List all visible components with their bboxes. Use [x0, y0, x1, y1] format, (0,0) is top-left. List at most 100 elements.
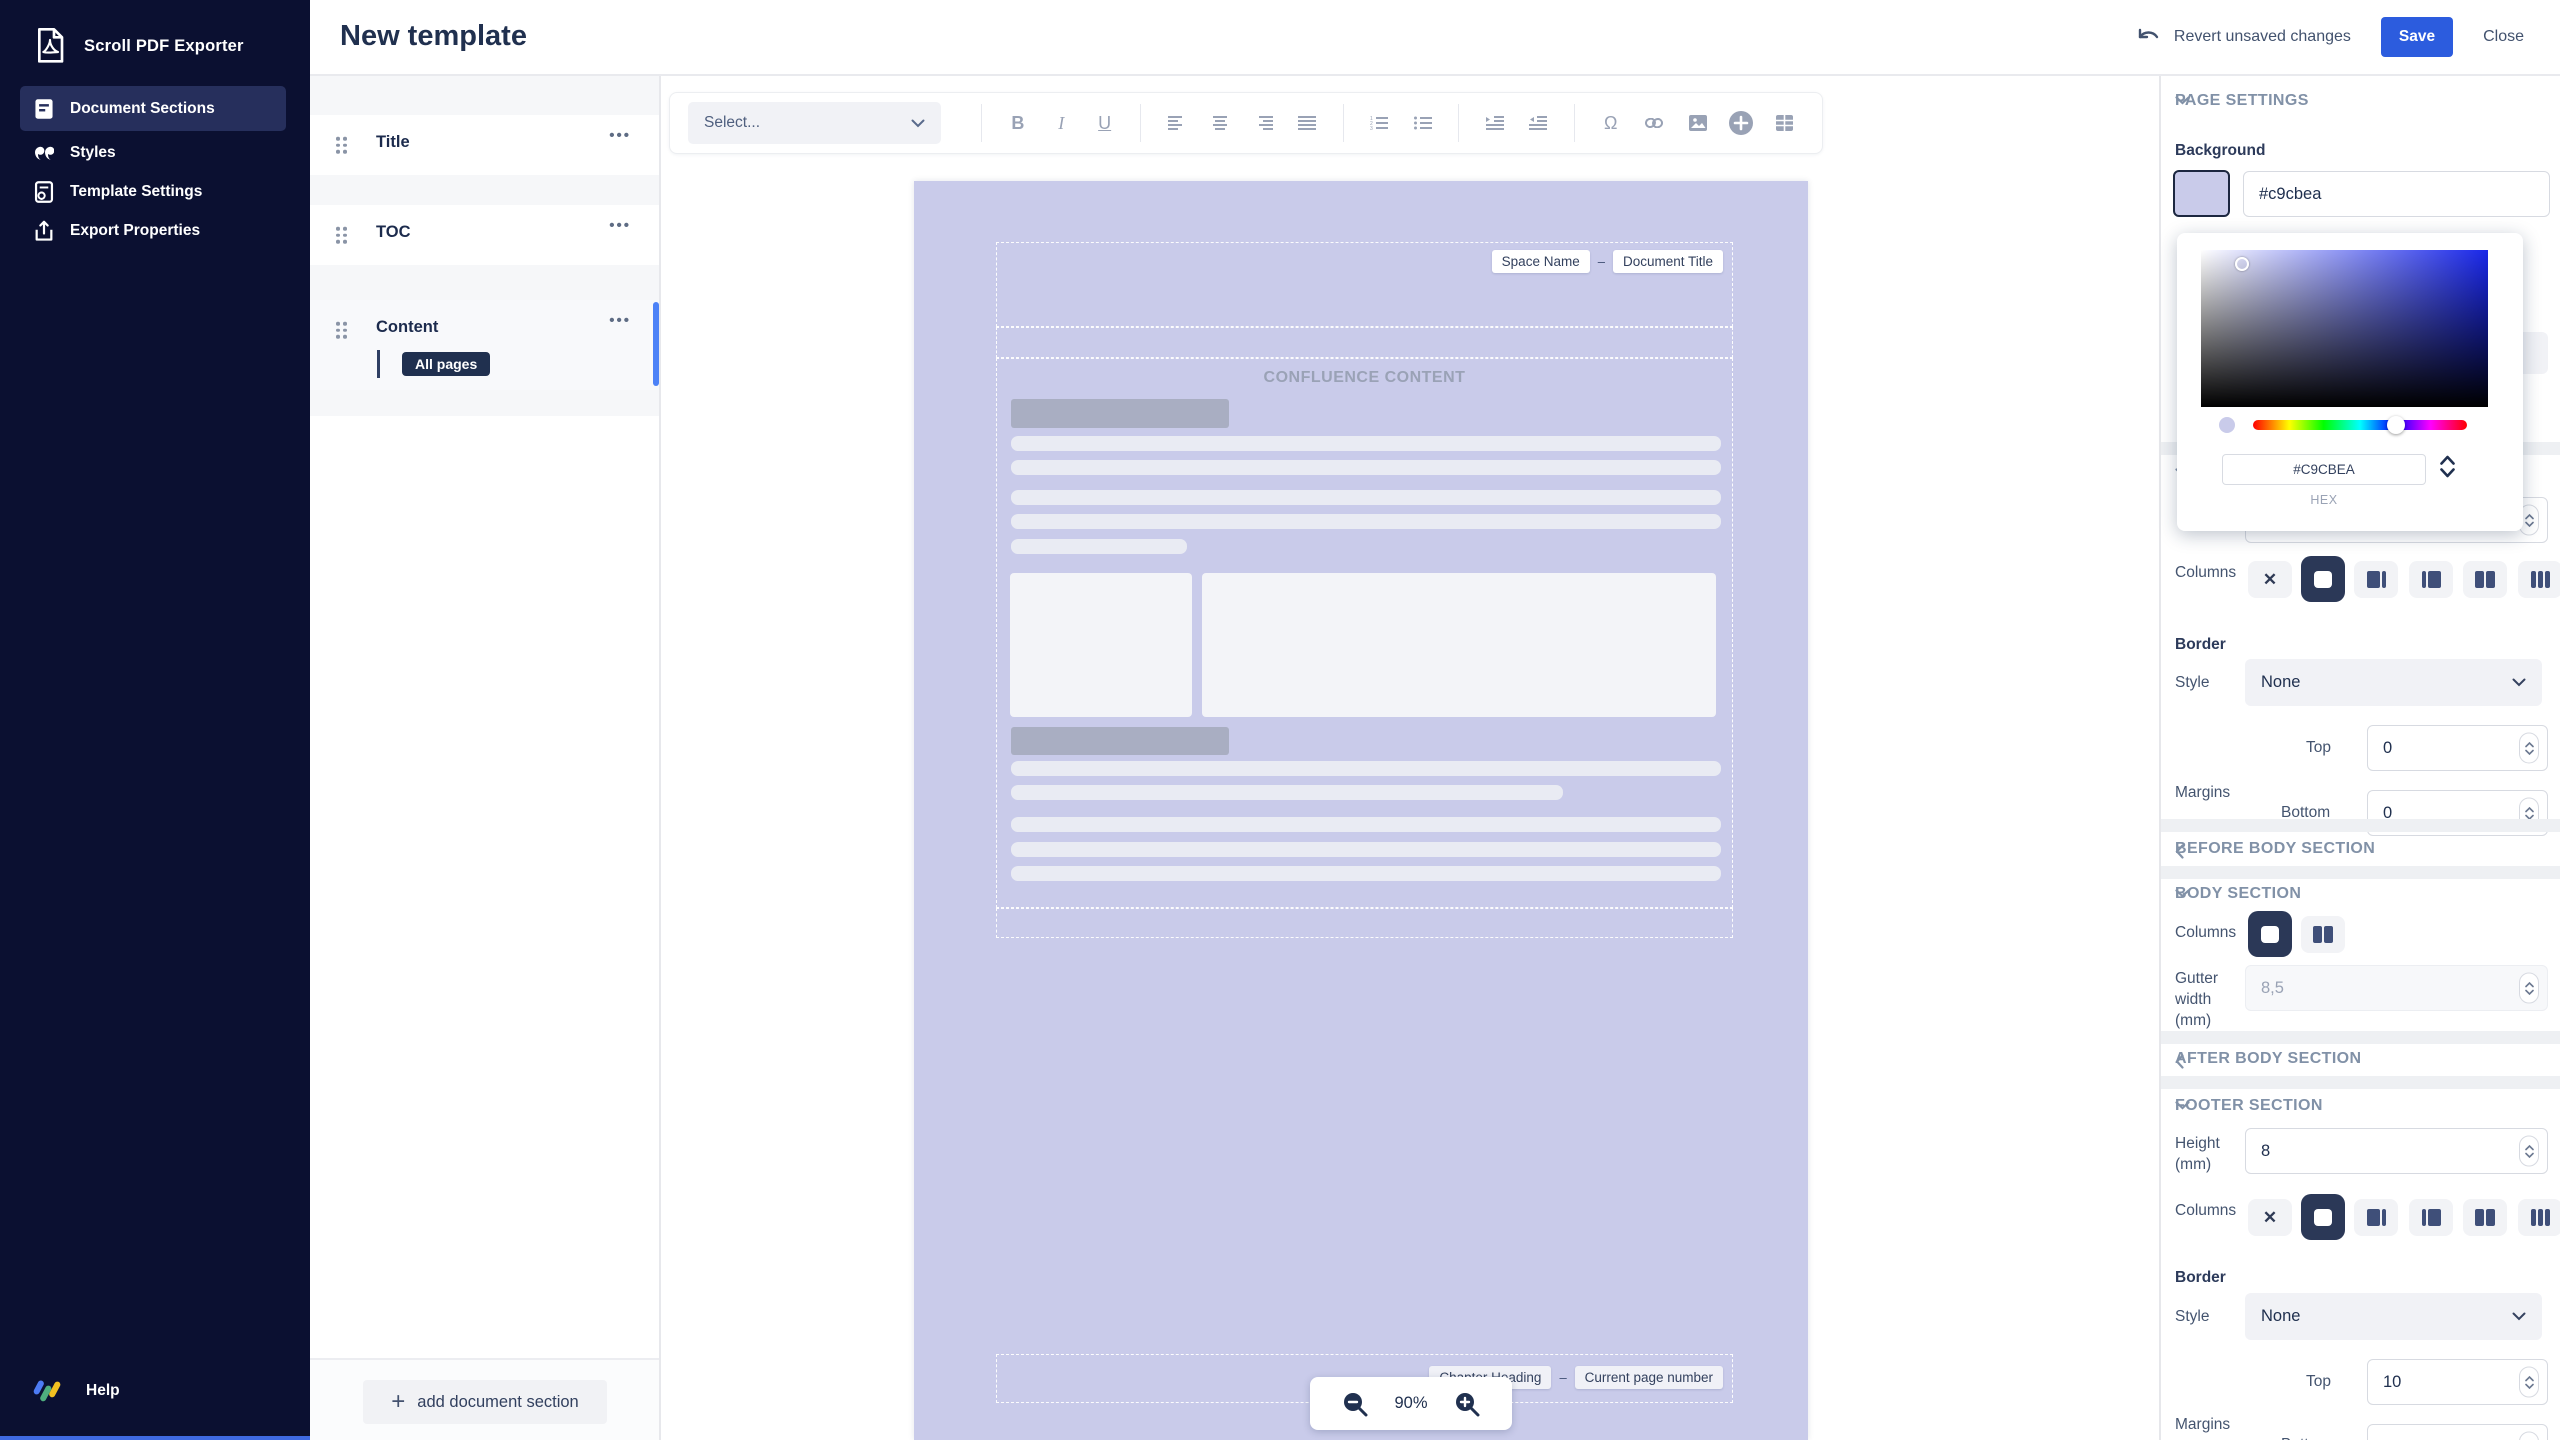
columns-label: Columns — [2175, 1202, 2236, 1220]
app-logo: Scroll PDF Exporter — [34, 28, 244, 64]
sidebar-item-export-properties[interactable]: Export Properties — [20, 211, 286, 251]
background-hex-input[interactable] — [2243, 171, 2550, 217]
body-columns-one-button[interactable] — [2248, 911, 2292, 957]
bullet-list-button[interactable] — [1403, 102, 1442, 144]
add-section-label: add document section — [417, 1393, 578, 1412]
link-button[interactable] — [1634, 102, 1673, 144]
columns-two-button[interactable] — [2463, 561, 2507, 598]
columns-wide-right-button[interactable] — [2409, 561, 2453, 598]
section-row-label: Title — [376, 133, 410, 152]
paragraph-style-select[interactable]: Select... — [688, 102, 941, 144]
footer-columns-one-button[interactable] — [2301, 1194, 2345, 1240]
image-button[interactable] — [1678, 102, 1717, 144]
align-justify-button[interactable] — [1287, 102, 1326, 144]
sidebar-item-template-settings[interactable]: Template Settings — [20, 172, 286, 212]
editor-canvas: Select... B I U 123 Ω — [661, 76, 2158, 1440]
page-after-content-region[interactable] — [996, 908, 1733, 938]
section-menu-button[interactable]: ••• — [609, 217, 631, 234]
document-title-tag[interactable]: Document Title — [1613, 250, 1723, 273]
top-label: Top — [2306, 1373, 2331, 1391]
placeholder-line — [1011, 539, 1187, 554]
hue-slider[interactable] — [2253, 420, 2467, 430]
footer-columns-wide-left-button[interactable] — [2354, 1199, 2398, 1236]
footer-columns-two-button[interactable] — [2463, 1199, 2507, 1236]
gutter-width-input[interactable] — [2245, 965, 2548, 1011]
page-header-region[interactable]: Space Name – Document Title — [996, 242, 1733, 327]
background-color-swatch[interactable] — [2173, 170, 2230, 217]
italic-button[interactable]: I — [1042, 102, 1081, 144]
section-row-title[interactable]: Title ••• — [310, 115, 659, 175]
sidebar-item-label: Export Properties — [70, 222, 200, 240]
background-label: Background — [2175, 142, 2265, 160]
help-button[interactable]: Help — [30, 1378, 120, 1404]
section-row-toc[interactable]: TOC ••• — [310, 205, 659, 265]
indent-increase-button[interactable] — [1475, 102, 1514, 144]
app-root: Scroll PDF Exporter Document Sections St… — [0, 0, 2560, 1440]
table-button[interactable] — [1765, 102, 1804, 144]
body-columns-two-button[interactable] — [2301, 916, 2345, 953]
hex-stepper-arrows[interactable] — [2440, 455, 2455, 478]
saturation-cursor[interactable] — [2235, 257, 2249, 271]
revert-unsaved-changes-button[interactable]: Revert unsaved changes — [2136, 28, 2351, 46]
page-settings-header[interactable]: PAGE SETTINGS — [2161, 88, 2560, 118]
placeholder-line — [1011, 436, 1721, 451]
drag-handle-icon[interactable] — [336, 227, 347, 244]
bold-button[interactable]: B — [998, 102, 1037, 144]
app-sidebar: Scroll PDF Exporter Document Sections St… — [0, 0, 310, 1440]
stepper-control[interactable] — [2519, 1136, 2539, 1167]
columns-one-button[interactable] — [2301, 556, 2345, 602]
hex-value-input[interactable] — [2222, 454, 2426, 485]
page-spacer-region[interactable] — [996, 327, 1733, 358]
section-menu-button[interactable]: ••• — [609, 312, 631, 329]
section-row-content[interactable]: Content ••• All pages — [310, 300, 659, 390]
footer-columns-wide-right-button[interactable] — [2409, 1199, 2453, 1236]
section-menu-button[interactable]: ••• — [609, 127, 631, 144]
stepper-control[interactable] — [2519, 973, 2539, 1004]
before-body-section-header[interactable]: BEFORE BODY SECTION — [2161, 836, 2560, 866]
align-right-button[interactable] — [1244, 102, 1283, 144]
columns-three-button[interactable] — [2518, 561, 2560, 598]
hue-slider-handle[interactable] — [2387, 416, 2405, 434]
current-page-number-tag[interactable]: Current page number — [1575, 1366, 1723, 1389]
tag-separator: – — [1598, 254, 1605, 269]
page-preview[interactable]: Space Name – Document Title CONFLUENCE C… — [914, 181, 1808, 1440]
ordered-list-button[interactable]: 123 — [1360, 102, 1399, 144]
footer-height-input[interactable] — [2245, 1128, 2548, 1174]
margins-label: Margins — [2175, 784, 2230, 802]
body-section-header[interactable]: BODY SECTION — [2161, 881, 2560, 911]
footer-columns-none-button[interactable]: ✕ — [2248, 1199, 2292, 1236]
zoom-in-icon[interactable] — [1454, 1391, 1480, 1417]
footer-section-header[interactable]: FOOTER SECTION — [2161, 1093, 2560, 1123]
underline-button[interactable]: U — [1085, 102, 1124, 144]
insert-plus-button[interactable] — [1721, 102, 1760, 144]
align-left-button[interactable] — [1157, 102, 1196, 144]
drag-handle-icon[interactable] — [336, 322, 347, 339]
indent-decrease-button[interactable] — [1519, 102, 1558, 144]
special-character-button[interactable]: Ω — [1591, 102, 1630, 144]
saturation-area[interactable] — [2201, 250, 2488, 407]
space-name-tag[interactable]: Space Name — [1492, 250, 1590, 273]
after-body-section-header[interactable]: AFTER BODY SECTION — [2161, 1046, 2560, 1076]
columns-wide-left-button[interactable] — [2354, 561, 2398, 598]
stepper-control[interactable] — [2519, 1367, 2539, 1398]
save-button[interactable]: Save — [2381, 17, 2453, 57]
footer-border-style-select[interactable]: None — [2245, 1293, 2542, 1340]
hex-label: HEX — [2222, 493, 2426, 507]
border-style-select[interactable]: None — [2245, 659, 2542, 706]
sidebar-item-styles[interactable]: Styles — [20, 133, 286, 173]
columns-none-button[interactable]: ✕ — [2248, 561, 2292, 598]
document-sections-panel: Title ••• TOC ••• Content ••• All pages … — [310, 76, 661, 1440]
zoom-out-icon[interactable] — [1342, 1391, 1368, 1417]
stepper-control[interactable] — [2519, 733, 2539, 764]
placeholder-heading — [1011, 399, 1229, 428]
border-label: Border — [2175, 636, 2226, 654]
sidebar-item-document-sections[interactable]: Document Sections — [20, 86, 286, 131]
drag-handle-icon[interactable] — [336, 137, 347, 154]
add-document-section-button[interactable]: + add document section — [363, 1380, 607, 1424]
chevron-down-icon — [2512, 1312, 2526, 1321]
page-content-region[interactable]: CONFLUENCE CONTENT — [996, 358, 1733, 908]
close-button[interactable]: Close — [2483, 28, 2524, 46]
footer-columns-three-button[interactable] — [2518, 1199, 2560, 1236]
align-center-button[interactable] — [1201, 102, 1240, 144]
placeholder-line — [1011, 460, 1721, 475]
